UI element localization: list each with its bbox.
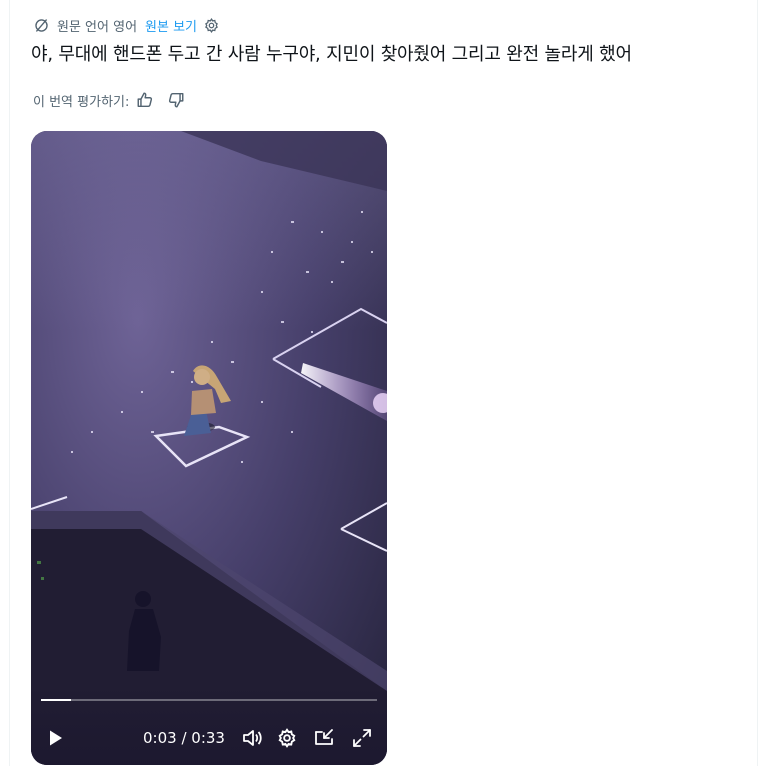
translation-bar: 원문 언어 영어 원본 보기 xyxy=(33,14,220,36)
picture-in-picture-icon xyxy=(315,729,333,745)
thumbs-down-icon[interactable] xyxy=(167,91,185,109)
source-language-label: 원문 언어 영어 xyxy=(57,19,138,35)
volume-button[interactable] xyxy=(241,727,263,749)
fullscreen-button[interactable] xyxy=(351,727,373,749)
controls-overlay xyxy=(31,685,387,765)
rate-translation-row: 이 번역 평가하기: xyxy=(33,89,185,111)
play-icon xyxy=(50,730,62,746)
show-original-link[interactable]: 원본 보기 xyxy=(145,16,197,35)
thumbs-up-icon[interactable] xyxy=(136,91,154,109)
time-display: 0:03 / 0:33 xyxy=(143,729,225,747)
translate-icon xyxy=(33,17,50,34)
progress-bar[interactable] xyxy=(41,699,377,701)
card-border-left xyxy=(9,0,10,766)
picture-in-picture-button[interactable] xyxy=(313,727,335,749)
video-frame xyxy=(31,131,387,765)
play-button[interactable] xyxy=(44,727,66,749)
gear-icon[interactable] xyxy=(203,17,220,34)
video-player[interactable]: 0:03 / 0:33 xyxy=(31,131,387,765)
progress-fill xyxy=(41,699,72,701)
video-settings-button[interactable] xyxy=(276,727,298,749)
gear-icon xyxy=(278,728,296,748)
post-text: 야, 무대에 핸드폰 두고 간 사람 누구야, 지민이 찾아줬어 그리고 완전 … xyxy=(31,44,632,65)
volume-icon xyxy=(243,730,262,746)
fullscreen-icon xyxy=(353,729,371,747)
rate-translation-label: 이 번역 평가하기: xyxy=(33,94,130,110)
card-border-right xyxy=(757,0,758,766)
